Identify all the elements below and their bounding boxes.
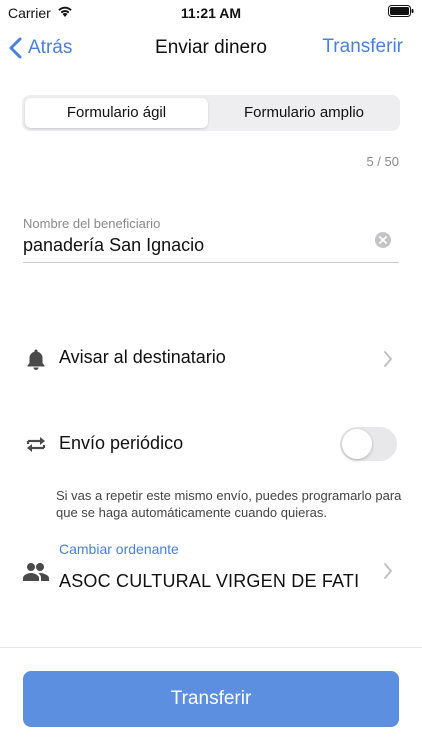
- beneficiary-field-label: Nombre del beneficiario: [23, 216, 161, 231]
- beneficiary-name-input[interactable]: panadería San Ignacio: [23, 235, 204, 256]
- field-underline: [23, 262, 399, 263]
- status-bar: Carrier 11:21 AM: [0, 0, 422, 26]
- clear-icon[interactable]: [375, 232, 391, 248]
- periodic-help-text: Si vas a repetir este mismo envío, puede…: [56, 488, 402, 520]
- people-icon: [23, 563, 49, 581]
- segment-quick-form[interactable]: Formulario ágil: [25, 98, 208, 128]
- change-orderer-link[interactable]: Cambiar ordenante: [59, 541, 179, 557]
- toggle-knob: [342, 429, 372, 459]
- periodic-transfer-toggle[interactable]: [340, 427, 397, 461]
- repeat-icon: [26, 437, 46, 452]
- bottom-divider: [0, 647, 422, 648]
- clock: 11:21 AM: [180, 5, 242, 21]
- chevron-right-icon[interactable]: [383, 562, 393, 580]
- bell-icon: [27, 349, 45, 370]
- periodic-transfer-label: Envío periódico: [59, 433, 184, 453]
- transfer-button[interactable]: Transferir: [23, 671, 399, 727]
- navigation-bar: Atrás Enviar dinero Transferir: [0, 26, 422, 70]
- character-counter: 5 / 50: [366, 154, 399, 169]
- battery-icon: [388, 5, 414, 17]
- transfer-nav-button[interactable]: Transferir: [322, 36, 403, 58]
- notify-recipient-label: Avisar al destinatario: [59, 347, 226, 367]
- form-type-segmented-control: Formulario ágil Formulario amplio: [22, 95, 400, 131]
- segment-full-form[interactable]: Formulario amplio: [211, 98, 397, 128]
- orderer-name[interactable]: ASOC CULTURAL VIRGEN DE FATI: [59, 571, 359, 592]
- chevron-right-icon: [384, 351, 392, 367]
